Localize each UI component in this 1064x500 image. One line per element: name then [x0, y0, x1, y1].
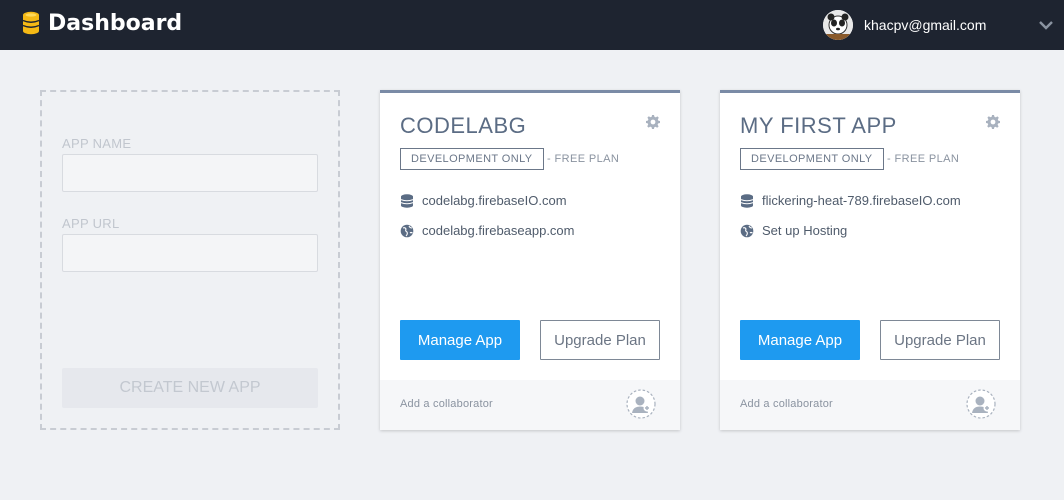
setup-hosting-link[interactable]: Set up Hosting	[762, 223, 847, 239]
app-title[interactable]: CODELABG	[400, 113, 526, 139]
gear-icon[interactable]	[986, 115, 1000, 129]
globe-icon	[740, 224, 754, 238]
create-app-panel: APP NAME APP URL CREATE NEW APP	[40, 90, 340, 430]
database-coins-icon[interactable]	[22, 11, 40, 35]
app-url-input[interactable]	[62, 234, 318, 272]
hosting-link[interactable]: codelabg.firebaseapp.com	[422, 223, 575, 239]
chevron-down-icon[interactable]	[1039, 20, 1053, 30]
avatar-image	[823, 10, 853, 40]
app-card-my-first-app: MY FIRST APP DEVELOPMENT ONLY - FREE PLA…	[720, 90, 1020, 430]
manage-app-button[interactable]: Manage App	[740, 320, 860, 360]
user-email[interactable]: khacpv@gmail.com	[864, 17, 986, 33]
add-user-icon[interactable]	[626, 389, 656, 419]
upgrade-plan-button[interactable]: Upgrade Plan	[540, 320, 660, 360]
card-footer: Add a collaborator	[720, 380, 1020, 430]
app-url-label: APP URL	[62, 216, 120, 231]
upgrade-plan-button[interactable]: Upgrade Plan	[880, 320, 1000, 360]
create-new-app-button[interactable]: CREATE NEW APP	[62, 368, 318, 408]
database-icon	[400, 194, 414, 208]
database-icon	[740, 194, 754, 208]
app-name-label: APP NAME	[62, 136, 132, 151]
plan-badge: DEVELOPMENT ONLY	[400, 148, 544, 170]
add-collaborator-label[interactable]: Add a collaborator	[740, 398, 833, 410]
database-url-link[interactable]: codelabg.firebaseIO.com	[422, 193, 567, 209]
app-card-codelabg: CODELABG DEVELOPMENT ONLY - FREE PLAN co…	[380, 90, 680, 430]
plan-badge: DEVELOPMENT ONLY	[740, 148, 884, 170]
database-url-link[interactable]: flickering-heat-789.firebaseIO.com	[762, 193, 961, 209]
gear-icon[interactable]	[646, 115, 660, 129]
card-footer: Add a collaborator	[380, 380, 680, 430]
top-navigation-bar: Dashboard khacpv@gmail.com	[0, 0, 1064, 50]
manage-app-button[interactable]: Manage App	[400, 320, 520, 360]
page-title[interactable]: Dashboard	[48, 11, 182, 37]
app-title[interactable]: MY FIRST APP	[740, 113, 897, 139]
globe-icon	[400, 224, 414, 238]
app-name-input[interactable]	[62, 154, 318, 192]
add-user-icon[interactable]	[966, 389, 996, 419]
user-avatar[interactable]	[823, 10, 853, 40]
add-collaborator-label[interactable]: Add a collaborator	[400, 398, 493, 410]
plan-label: - FREE PLAN	[887, 153, 960, 165]
plan-label: - FREE PLAN	[547, 153, 620, 165]
